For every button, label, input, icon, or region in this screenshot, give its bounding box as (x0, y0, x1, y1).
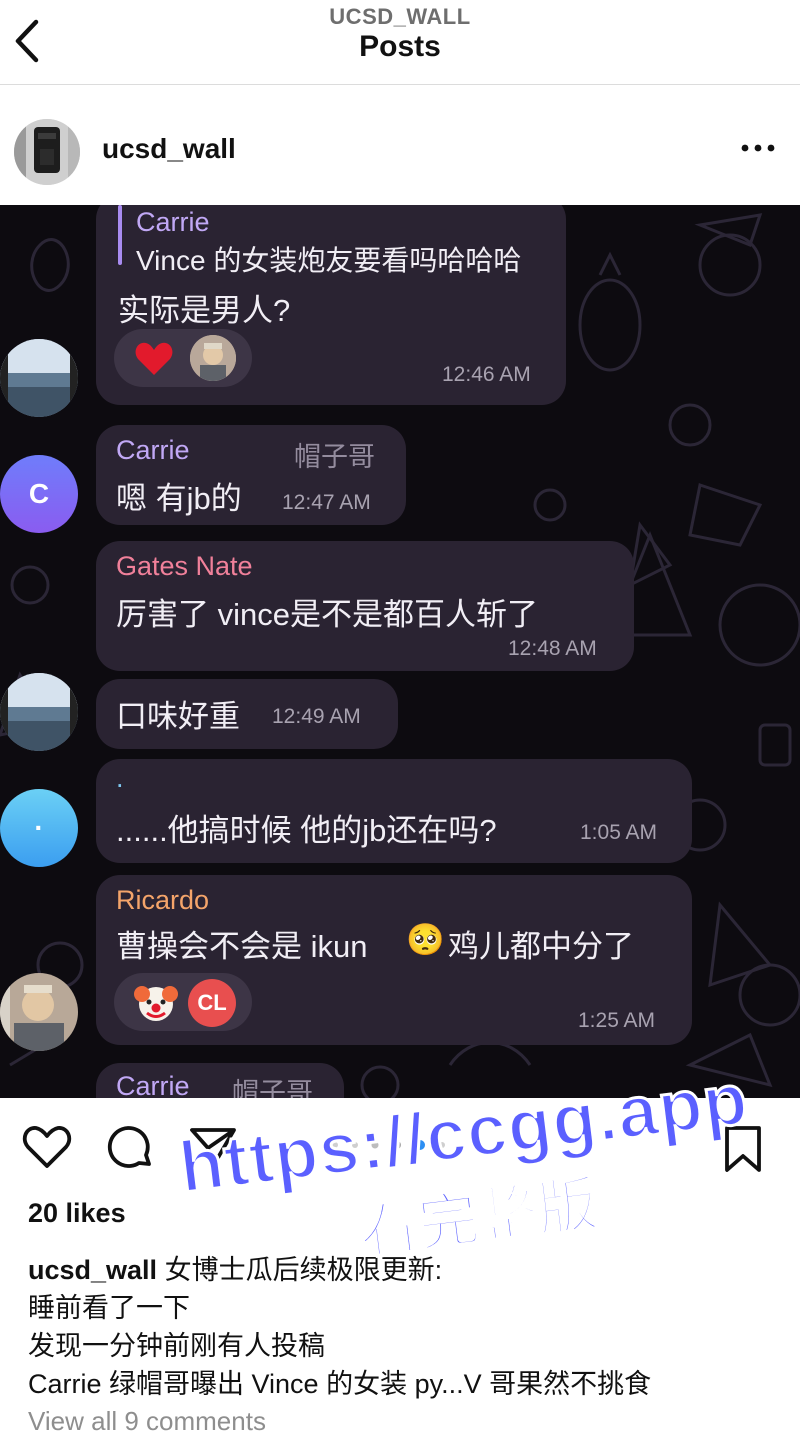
caption-line: ucsd_wall 女博士瓜后续极限更新: (28, 1248, 442, 1287)
message-time: 1:25 AM (578, 1009, 656, 1032)
clown-reaction-icon (134, 986, 178, 1021)
emoji-pleading: 🥺 (406, 922, 445, 957)
profile-avatar[interactable] (14, 119, 80, 185)
heart-reaction-icon (135, 342, 173, 375)
chat-message: Carrie 帽子哥 (96, 1063, 344, 1098)
message-text: 口味好重 (116, 699, 240, 734)
post-footer: 20 likes ucsd_wall 女博士瓜后续极限更新: 睡前看了一下 发现… (0, 1098, 800, 1437)
caption-text: 女博士瓜后续极限更新: (164, 1255, 443, 1285)
chat-message: Carrie Vince 的女装炮友要看吗哈哈哈 实际是男人? 12:46 AM (96, 205, 566, 405)
bookmark-icon (725, 1126, 761, 1172)
sender-name: Carrie (116, 1071, 190, 1098)
sender-avatar-letter[interactable]: C (0, 455, 78, 533)
message-time: 12:49 AM (272, 705, 361, 728)
page-title: Posts (359, 30, 441, 63)
reaction-avatar-initials: CL (188, 979, 236, 1027)
message-text: 实际是男人? (118, 293, 291, 328)
comment-button[interactable] (106, 1124, 156, 1177)
sender-tag: 帽子哥 (232, 1078, 313, 1098)
message-text-part2: 鸡儿都中分了 (448, 929, 634, 964)
sender-name: . (116, 763, 124, 793)
caption-line: Carrie 绿帽哥曝出 Vince 的女装 py...V 哥果然不挑食 (28, 1369, 652, 1399)
sender-avatar-letter[interactable]: · (0, 789, 78, 867)
chat-message: Gates Nate 厉害了 vince是不是都百人斩了 12:48 AM (96, 541, 634, 671)
message-time: 1:05 AM (580, 821, 658, 844)
caption-line: 睡前看了一下 (28, 1293, 190, 1323)
share-icon (190, 1128, 236, 1170)
sender-tag: 帽子哥 (294, 442, 375, 472)
sender-avatar[interactable] (0, 673, 78, 751)
message-text-part1: 曹操会不会是 ikun (116, 929, 368, 964)
sender-avatar[interactable] (0, 339, 78, 417)
account-subtitle: UCSD_WALL (329, 4, 471, 29)
sender-name: Carrie (116, 435, 190, 465)
share-button[interactable] (188, 1124, 238, 1177)
avatar-image (14, 119, 80, 185)
chat-message: . ......他搞时候 他的jb还在吗? 1:05 AM (96, 759, 692, 863)
sender-name: Ricardo (116, 885, 210, 915)
sender-name: Gates Nate (116, 551, 253, 581)
top-bar: UCSD_WALL Posts (0, 0, 800, 85)
reply-sender-name: Carrie (136, 207, 210, 237)
message-time: 12:48 AM (508, 637, 597, 660)
like-button[interactable] (22, 1124, 72, 1175)
view-all-comments-link[interactable]: View all 9 comments (28, 1406, 266, 1437)
post-header: ucsd_wall (0, 85, 800, 205)
reaction-avatar (190, 335, 236, 381)
message-text: 厉害了 vince是不是都百人斩了 (116, 597, 538, 632)
reply-quote-bar (118, 205, 122, 265)
chat-message: 口味好重 12:49 AM (96, 679, 398, 749)
reply-quoted-text: Vince 的女装炮友要看吗哈哈哈 (136, 245, 522, 276)
chat-message: Ricardo 曹操会不会是 ikun 🥺 鸡儿都中分了 CL 1:25 AM (96, 875, 692, 1045)
message-text: ......他搞时候 他的jb还在吗? (116, 813, 497, 848)
caption-line: 发现一分钟前刚有人投稿 (28, 1331, 325, 1361)
carousel-indicator (330, 1138, 460, 1157)
chat-message: Carrie 帽子哥 嗯 有jb的 12:47 AM (96, 425, 406, 525)
heart-icon (22, 1126, 72, 1168)
more-options-icon (741, 144, 775, 152)
sender-avatar[interactable] (0, 973, 78, 1051)
save-button[interactable] (722, 1124, 764, 1179)
reaction-pill[interactable] (114, 329, 252, 387)
message-text: 嗯 有jb的 (116, 481, 242, 516)
comment-icon (107, 1126, 151, 1168)
message-time: 12:46 AM (442, 363, 531, 386)
likes-count[interactable]: 20 likes (28, 1198, 126, 1229)
reaction-pill[interactable]: CL (114, 973, 252, 1031)
more-options-button[interactable] (740, 141, 776, 159)
message-time: 12:47 AM (282, 491, 371, 514)
post-username[interactable]: ucsd_wall (102, 133, 236, 165)
caption-username[interactable]: ucsd_wall (28, 1255, 157, 1285)
post-image[interactable]: Carrie Vince 的女装炮友要看吗哈哈哈 实际是男人? 12:46 AM… (0, 205, 800, 1098)
